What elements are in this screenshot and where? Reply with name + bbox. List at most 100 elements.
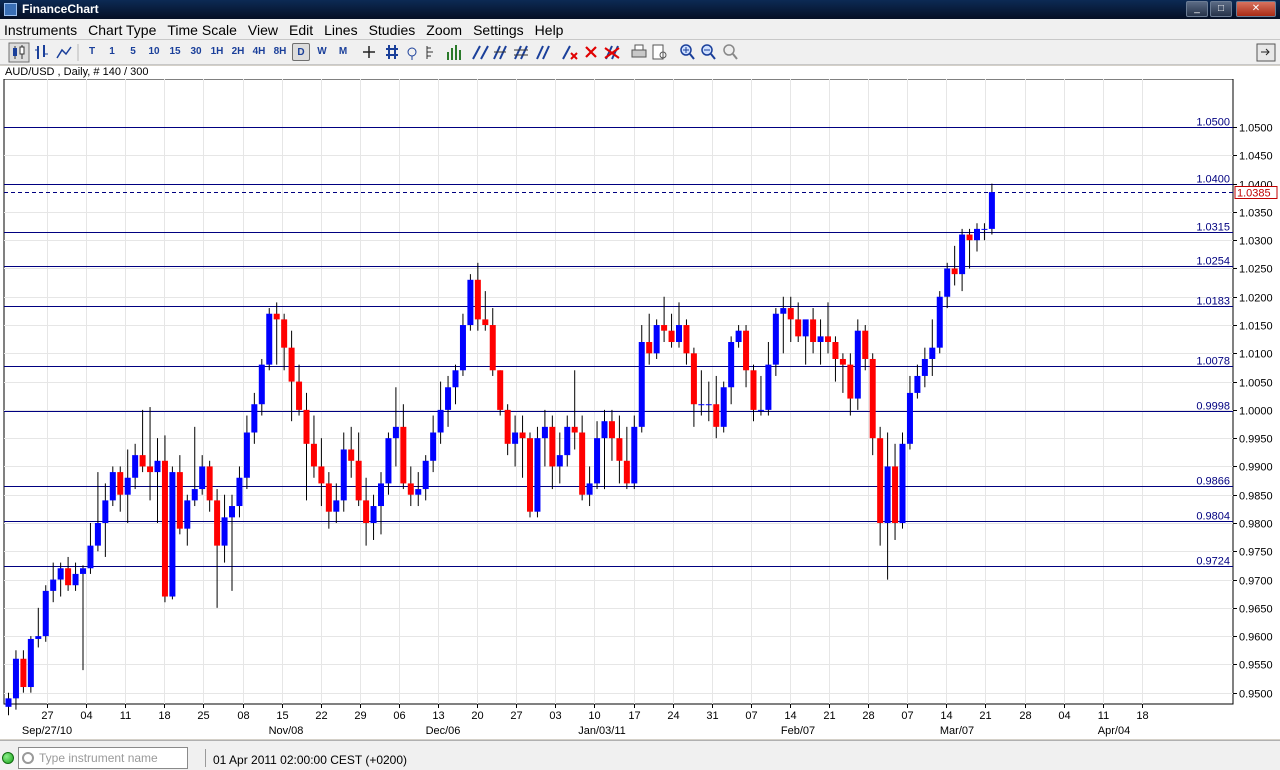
timeframe-15m[interactable]: 15 [166, 43, 184, 61]
candle-body[interactable] [668, 330, 675, 343]
candle-body[interactable] [601, 421, 608, 439]
candle-body[interactable] [422, 460, 429, 490]
candle-body[interactable] [355, 460, 362, 501]
timeframe-8h[interactable]: 8H [271, 43, 289, 61]
channel-tool-icon[interactable] [493, 45, 507, 60]
candle-body[interactable] [489, 325, 496, 371]
candle-body[interactable] [795, 319, 802, 337]
cursor-info-icon[interactable] [407, 47, 417, 60]
candle-body[interactable] [236, 477, 243, 507]
instrument-search-input[interactable] [18, 747, 188, 769]
candle-body[interactable] [966, 234, 973, 241]
candle-body[interactable] [854, 330, 861, 399]
candle-body[interactable] [27, 638, 34, 688]
bar-chart-icon[interactable] [35, 45, 48, 59]
candle-body[interactable] [20, 658, 27, 688]
candle-body[interactable] [132, 455, 139, 478]
candle-body[interactable] [12, 658, 19, 699]
candle-body[interactable] [109, 472, 116, 501]
candle-body[interactable] [288, 347, 295, 382]
candle-body[interactable] [951, 268, 958, 275]
delete-all-icon[interactable] [604, 45, 620, 60]
candle-body[interactable] [608, 421, 615, 439]
candle-body[interactable] [206, 466, 213, 501]
candle-body[interactable] [974, 228, 980, 241]
candle-body[interactable] [325, 483, 332, 512]
candle-body[interactable] [147, 466, 154, 473]
candle-body[interactable] [787, 308, 794, 320]
candle-body[interactable] [169, 472, 176, 597]
candle-body[interactable] [899, 443, 906, 524]
candle-body[interactable] [139, 455, 146, 467]
candle-body[interactable] [653, 325, 660, 354]
candle-body[interactable] [452, 370, 459, 388]
fibonacci-tool-icon[interactable] [514, 45, 528, 60]
candle-body[interactable] [407, 483, 414, 495]
panel-toggle-icon[interactable] [1256, 43, 1276, 62]
candle-body[interactable] [832, 342, 839, 359]
candle-body[interactable] [199, 466, 206, 490]
candle-body[interactable] [266, 313, 273, 365]
candle-body[interactable] [981, 228, 988, 230]
candle-body[interactable] [519, 432, 526, 439]
zoom-reset-icon[interactable] [723, 44, 738, 60]
candle-body[interactable] [616, 438, 623, 461]
candle-body[interactable] [80, 568, 86, 574]
candle-body[interactable] [65, 568, 72, 586]
candle-body[interactable] [243, 432, 250, 478]
delete-icon[interactable] [585, 46, 597, 58]
candle-body[interactable] [370, 506, 377, 524]
timeframe-1m[interactable]: 1 [103, 43, 121, 61]
plot-area[interactable] [3, 78, 1234, 705]
candle-body[interactable] [646, 342, 653, 354]
candle-body[interactable] [877, 438, 884, 524]
candle-body[interactable] [780, 308, 787, 314]
menu-view[interactable]: View [248, 19, 278, 39]
chart-canvas[interactable]: 1.0500 1.0450 1.0400 1.0350 1.0300 1.0250 1.02… [0, 78, 1280, 739]
zoom-in-icon[interactable] [680, 44, 695, 60]
candle-body[interactable] [50, 579, 57, 591]
candle-body[interactable] [445, 387, 452, 410]
candle-body[interactable] [340, 449, 347, 501]
candle-body[interactable] [676, 325, 682, 343]
zoom-out-icon[interactable] [701, 44, 716, 60]
candle-body[interactable] [720, 387, 727, 427]
candle-body[interactable] [184, 500, 191, 529]
candle-body[interactable] [713, 404, 720, 427]
candle-body[interactable] [772, 313, 779, 365]
candle-body[interactable] [385, 438, 392, 484]
candle-body[interactable] [750, 370, 757, 410]
menu-settings[interactable]: Settings [473, 19, 524, 39]
candle-body[interactable] [474, 279, 481, 320]
candle-body[interactable] [556, 455, 563, 467]
candle-body[interactable] [303, 409, 310, 444]
timeframe-tick[interactable]: T [83, 43, 101, 61]
candle-body[interactable] [467, 279, 474, 326]
candle-body[interactable] [310, 443, 317, 467]
candle-body[interactable] [884, 466, 891, 524]
menu-zoom[interactable]: Zoom [426, 19, 462, 39]
candle-body[interactable] [735, 330, 742, 343]
candle-body[interactable] [698, 404, 705, 406]
candle-body[interactable] [281, 319, 288, 348]
candle-body[interactable] [57, 568, 64, 580]
candle-body[interactable] [87, 545, 94, 569]
candle-body[interactable] [102, 500, 109, 524]
candle-body[interactable] [869, 358, 876, 439]
candle-body[interactable] [936, 296, 943, 348]
timeframe-daily[interactable]: D [292, 43, 310, 61]
candle-body[interactable] [862, 330, 869, 359]
candle-body[interactable] [318, 466, 325, 484]
timeframe-2h[interactable]: 2H [229, 43, 247, 61]
candle-body[interactable] [415, 489, 422, 495]
maximize-button[interactable]: □ [1210, 1, 1232, 17]
crosshair-icon[interactable] [363, 46, 375, 58]
candle-body[interactable] [333, 500, 340, 512]
candle-body[interactable] [392, 426, 399, 439]
candle-body[interactable] [765, 364, 772, 410]
candle-body[interactable] [579, 432, 586, 495]
candlestick-chart-icon[interactable] [8, 42, 30, 63]
candle-body[interactable] [638, 342, 645, 427]
candle-body[interactable] [944, 268, 951, 297]
candle-body[interactable] [914, 375, 921, 393]
